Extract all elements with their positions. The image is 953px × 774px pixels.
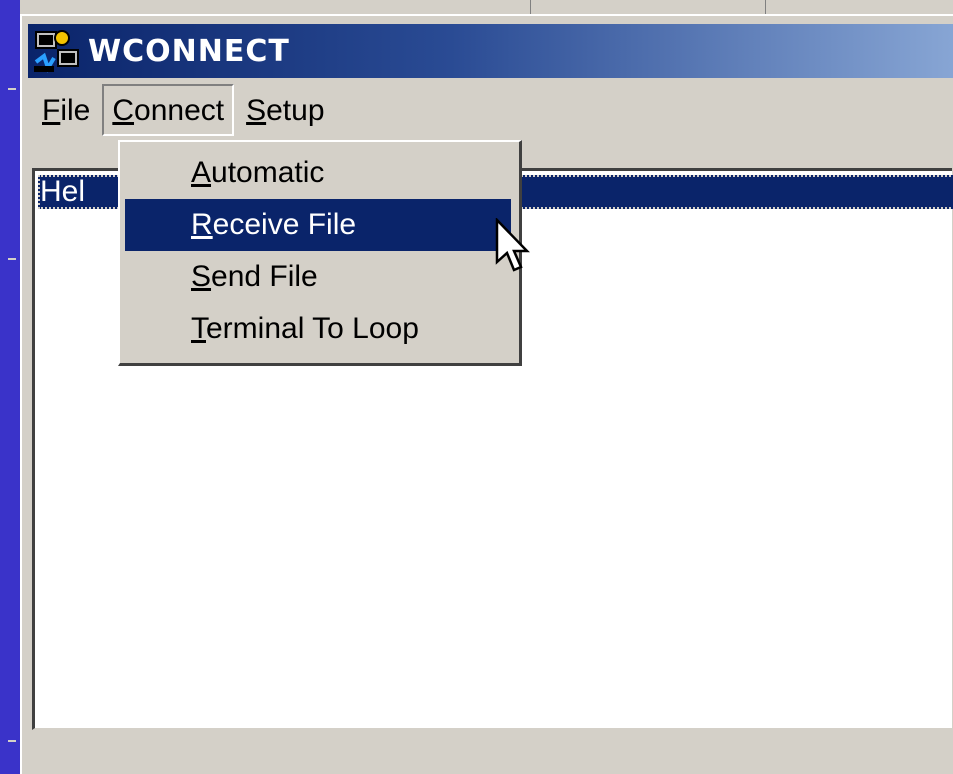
menu-item-send-file-accel: S xyxy=(191,260,212,293)
menu-item-terminal-to-loop[interactable]: Terminal To Loop xyxy=(125,303,511,355)
menu-connect-accel: C xyxy=(112,94,135,127)
background-window-edge xyxy=(20,0,953,15)
connect-menu-dropdown: Automatic Receive File Send File Termina… xyxy=(118,140,522,366)
menu-item-automatic-accel: A xyxy=(191,156,212,189)
menu-bar: File Connect Setup xyxy=(34,82,337,138)
background-tick xyxy=(8,740,16,742)
menu-item-terminal-to-loop-label: erminal To Loop xyxy=(206,312,419,345)
menu-file-accel: F xyxy=(42,94,61,127)
menu-item-receive-file[interactable]: Receive File xyxy=(125,199,511,251)
menu-item-receive-file-accel: R xyxy=(191,208,213,241)
menu-file[interactable]: File xyxy=(34,86,98,134)
menu-file-label: ile xyxy=(60,94,91,127)
desktop-background xyxy=(0,0,20,766)
menu-connect[interactable]: Connect xyxy=(102,84,235,136)
background-tick xyxy=(8,258,16,260)
menu-item-receive-file-label: eceive File xyxy=(212,208,357,241)
menu-item-automatic-label: utomatic xyxy=(211,156,325,189)
menu-setup-accel: S xyxy=(246,94,267,127)
wconnect-app-icon[interactable] xyxy=(32,28,82,74)
background-divider xyxy=(530,0,531,14)
background-tick xyxy=(8,88,16,90)
window-title: WCONNECT xyxy=(88,33,290,69)
title-bar[interactable]: WCONNECT xyxy=(28,24,953,78)
arrow-pointer-icon xyxy=(494,216,534,278)
menu-setup-label: etup xyxy=(266,94,325,127)
menu-connect-label: onnect xyxy=(134,94,225,127)
menu-item-automatic[interactable]: Automatic xyxy=(125,147,511,199)
menu-item-send-file[interactable]: Send File xyxy=(125,251,511,303)
menu-item-send-file-label: end File xyxy=(211,260,318,293)
menu-setup[interactable]: Setup xyxy=(238,86,332,134)
background-divider xyxy=(765,0,766,14)
menu-item-terminal-to-loop-accel: T xyxy=(191,312,206,345)
